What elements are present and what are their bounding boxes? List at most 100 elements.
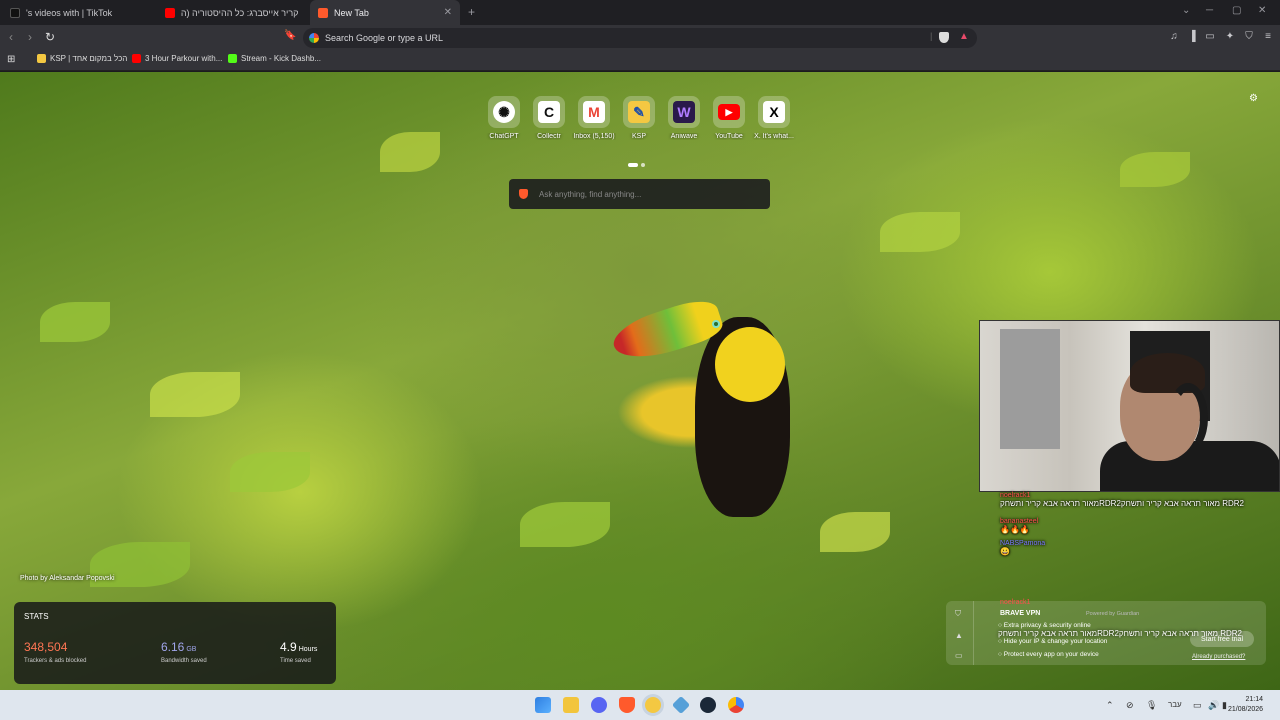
stat-value: 348,504 [24,640,68,654]
shortcut-label: ChatGPT [489,133,519,140]
headphones [1168,383,1208,453]
bookmark-parkour[interactable]: 3 Hour Parkour with... [132,54,222,63]
volume-icon[interactable]: 🔊 [1208,700,1219,711]
battery-icon[interactable]: ▮ [1222,700,1227,711]
chatgpt-icon: ✺ [488,96,520,128]
shortcut-chatgpt[interactable]: ✺ ChatGPT [482,96,526,140]
brave-shields-icon[interactable] [939,32,949,43]
app-diamond-icon[interactable] [671,695,691,715]
shortcut-gmail[interactable]: M Inbox (5,150) [572,96,616,140]
gmail-icon: M [578,96,610,128]
stats-widget: STATS 348,504 Trackers & ads blocked 6.1… [14,602,336,684]
top-sites: ✺ ChatGPT C Collectr M Inbox (5,150) ✎ K… [482,96,800,146]
tab-new-tab[interactable]: New Tab ✕ [310,0,460,25]
search-box[interactable]: Ask anything, find anything... [509,179,770,209]
bookmark-ksp[interactable]: KSP | הכל במקום אחד [37,54,127,63]
vpn-promo-card: ⛉ ▲ ▭ BRAVE VPN Powered by Guardian ○ Ex… [946,599,1266,665]
start-icon[interactable] [535,697,551,713]
shortcut-x[interactable]: X X. It's what... [752,96,796,140]
maximize-button[interactable]: ▢ [1232,5,1241,16]
back-icon[interactable]: ‹ [9,30,13,44]
webcam-overlay [979,320,1280,492]
brave-rewards-icon[interactable]: ▲ [959,31,969,42]
shortcut-label: X. It's what... [754,133,794,140]
network-off-icon[interactable]: ⊘ [1126,700,1134,711]
clock-date: 21/08/2026 [1228,706,1264,713]
show-hidden-icons[interactable]: ⌃ [1106,700,1114,711]
tab-search-icon[interactable]: ⌄ [1182,5,1190,16]
chat-message: מאור תראה אבא קריר ותשחקRDR2מאור תראה אב… [998,629,1243,638]
shortcut-youtube[interactable]: ▶ YouTube [707,96,751,140]
wallet-icon[interactable]: ▭ [1204,31,1216,43]
shortcut-label: KSP [631,133,646,140]
microphone-icon[interactable]: 🎙 [1146,700,1157,711]
tile-glyph: ✺ [493,101,515,123]
top-sites-pager [628,154,648,172]
app-active-icon[interactable] [645,697,661,713]
already-purchased-link[interactable]: Already purchased? [1192,654,1245,660]
shortcut-ksp[interactable]: ✎ KSP [617,96,661,140]
shortcut-collectr[interactable]: C Collectr [527,96,571,140]
file-explorer-icon[interactable] [563,697,579,713]
bookmark-label: Stream - Kick Dashb... [241,54,322,63]
tile-glyph: X [763,101,785,123]
brave-icon[interactable] [619,697,635,713]
language-indicator[interactable]: עבר [1168,700,1182,709]
pager-dot[interactable] [641,163,645,167]
stat-unit: GB [186,646,197,653]
chrome-icon[interactable] [728,697,744,713]
gear-icon[interactable]: ⚙ [1249,93,1258,104]
photo-credit[interactable]: Photo by Aleksandar Popovski [20,575,115,582]
display-icon[interactable]: ▭ [1193,700,1202,711]
vpn-title: BRAVE VPN [1000,610,1041,617]
tab-youtube[interactable]: אבא קריר אייסברג: כל ההיסטוריה (ה... [157,0,307,25]
brave-search-icon [519,189,528,199]
music-icon[interactable]: ♫ [1168,31,1180,43]
clock[interactable]: 21:14 21/08/2026 [1228,695,1263,715]
close-window-button[interactable]: ✕ [1258,5,1266,16]
address-placeholder: Search Google or type a URL [325,33,444,43]
tile-glyph: ▶ [718,104,740,120]
search-placeholder: Ask anything, find anything... [539,189,642,199]
brave-icon [318,7,328,18]
vpn-feature: ○ Hide your IP & change your location [998,638,1108,645]
stat-value: 4.9 [280,640,297,654]
tile-glyph: M [583,101,605,123]
sidebar-icon[interactable]: ▐ [1186,31,1198,43]
bookmark-kick[interactable]: Stream - Kick Dashb... [228,54,321,63]
pager-dot-active[interactable] [628,163,638,167]
minimize-button[interactable]: ─ [1206,5,1213,16]
stat-time: 4.9 Hours Time saved [280,638,317,664]
address-input[interactable]: Search Google or type a URL | ▲ [303,28,977,48]
youtube-icon [132,54,141,63]
chat-username: noelrack1 [1000,599,1031,606]
new-tab-button[interactable]: + [468,5,475,19]
tab-tiktok[interactable]: 's videos with | TikTok [2,0,156,25]
discord-icon[interactable] [591,697,607,713]
vpn-warning-icon[interactable]: ▲ [955,631,963,640]
menu-icon[interactable]: ≡ [1262,31,1274,43]
reload-icon[interactable]: ↻ [45,30,55,44]
vpn-icon[interactable]: ⛉ [1243,31,1255,43]
close-tab-icon[interactable]: ✕ [444,7,452,18]
bookmark-icon[interactable]: 🔖 [284,30,296,41]
forward-icon[interactable]: › [28,30,32,44]
separator: | [930,31,933,41]
chat-message: מאור תראה אבא קריר ותשחקRDR2מאור תראה אב… [1000,499,1245,508]
chat-username: NABSPamona [1000,540,1046,547]
stat-caption: Bandwidth saved [161,658,207,664]
apps-grid-icon[interactable]: ⊞ [7,54,15,65]
vpn-card-icon[interactable]: ▭ [955,651,963,660]
steam-icon[interactable] [700,697,716,713]
webcam-background-window [1000,329,1060,449]
ksp-icon: ✎ [623,96,655,128]
x-icon: X [758,96,790,128]
stream-chat-overlay: noelrack1 מאור תראה אבא קריר ותשחקRDR2מא… [1000,492,1270,556]
tab-strip: 's videos with | TikTok אבא קריר אייסברג… [0,0,1280,25]
toucan-eye [712,320,720,328]
shortcut-aniwave[interactable]: W Aniwave [662,96,706,140]
leo-ai-icon[interactable]: ✦ [1224,31,1236,43]
vpn-shield-icon[interactable]: ⛉ [955,609,961,619]
vpn-feature-text: Extra privacy & security online [1003,622,1091,629]
chat-emote: 😀 [1000,547,1010,556]
